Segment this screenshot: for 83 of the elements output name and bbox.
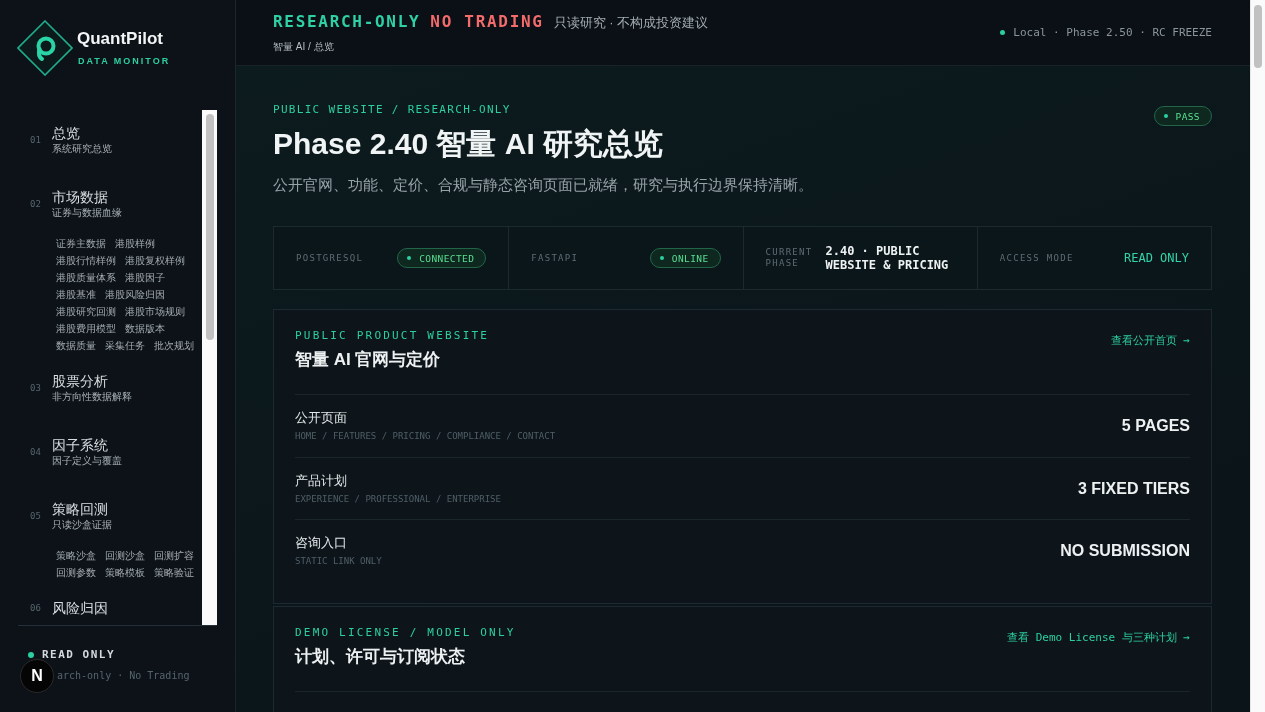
card-link[interactable]: 查看公开首页 → [1110,333,1190,348]
nav-item-subtitle: 只读沙盒证据 [52,518,112,531]
status-pill: PASS [1153,106,1212,126]
nav-sublink[interactable]: 证券主数据 [56,235,106,252]
status-label: ACCESS MODE [999,252,1074,264]
nav-sublink[interactable]: 回测沙盒 [105,547,145,564]
environment-info: Local · Phase 2.50 · RC FREEZE [1013,26,1212,39]
nav-number: 01 [30,133,42,146]
nav-item[interactable]: 策略回测 [52,500,112,518]
nav-item[interactable]: 总览 [52,124,112,142]
nav-item-subtitle: 非方向性数据解释 [52,390,132,403]
card-link[interactable]: 查看 Demo License 与三种计划 → [1007,630,1190,645]
status-pill: CONNECTED [397,248,487,268]
row-label: 咨询入口 [295,533,348,551]
status-dot-icon [1163,114,1168,118]
card-title: 计划、许可与订阅状态 [295,646,466,668]
nav-sublink[interactable]: 港股费用模型 [56,320,116,337]
nav-sublink[interactable]: 采集任务 [105,337,145,354]
card-title: 智量 AI 官网与定价 [295,349,442,371]
nav-number: 03 [30,381,42,394]
nav-item[interactable]: 市场数据 [52,188,122,206]
status-pill: ONLINE [649,248,721,268]
brand-tagline: DATA MONITOR [78,55,171,67]
nav-item-subtitle: 系统研究总览 [52,142,112,155]
nav-sublink[interactable]: 回测扩容 [154,547,194,564]
nav-item[interactable]: 因子系统 [52,436,122,454]
nav-item-subtitle: 因子定义与覆盖 [52,454,122,467]
header-tagline: 只读研究 · 不构成投资建议 [553,14,709,32]
nav-number: 02 [30,197,42,210]
nav-sublink[interactable]: 批次规划 [154,337,194,354]
row-value: NO SUBMISSION [1060,541,1190,560]
nav-sublink[interactable]: 港股基准 [56,286,96,303]
row-detail: EXPERIENCE / PROFESSIONAL / ENTERPRISE [295,492,501,506]
status-dot-icon [28,652,34,658]
nav-sublink[interactable]: 港股复权样例 [125,252,185,269]
row-detail: STATIC LINK ONLY [295,554,382,568]
row-value: 3 FIXED TIERS [1077,479,1190,498]
status-label: FASTAPI [531,252,579,264]
status-value: READ ONLY [1123,251,1189,265]
nav-item[interactable]: 股票分析 [52,372,132,390]
hero-eyebrow: PUBLIC WEBSITE / RESEARCH-ONLY [273,103,512,117]
nav-number: 06 [30,602,42,614]
status-dot-icon [1000,30,1006,35]
nav-sublink[interactable]: 数据版本 [125,320,165,337]
row-value: 5 PAGES [1121,417,1190,435]
nav-item[interactable]: 风险归因 [52,599,108,617]
status-dot-icon [659,256,664,260]
mode-label: RESEARCH-ONLY [273,12,421,32]
nav-item-subtitle: 证券与数据血缘 [52,206,122,219]
nav-number: 04 [30,445,42,458]
card-eyebrow: DEMO LICENSE / MODEL ONLY [295,626,516,640]
mode-label: NO TRADING [430,12,544,32]
row-label: 产品计划 [295,471,348,489]
nav-sublink[interactable]: 港股行情样例 [56,252,116,269]
row-label: 公开页面 [295,409,348,426]
status-label: POSTGRESQL [296,252,364,264]
nav-sublink[interactable]: 回测参数 [56,564,96,581]
nav-sublink[interactable]: 港股因子 [125,269,165,286]
status-value: 2.40 · PUBLIC WEBSITE & PRICING [825,244,950,272]
brand-name: QuantPilot [77,29,164,48]
logo-icon [17,20,73,76]
scrollbar-thumb[interactable] [1254,5,1262,68]
nav-number: 05 [30,509,42,522]
page-subtitle: 公开官网、功能、定价、合规与静态咨询页面已就绪，研究与执行边界保持清晰。 [273,175,813,195]
nav-sublink[interactable]: 策略沙盒 [56,547,96,564]
nav-sublink[interactable]: 港股质量体系 [56,269,116,286]
breadcrumb: 智量 AI / 总览 [273,41,335,53]
nav-sublink[interactable]: 策略验证 [154,564,194,581]
status-dot-icon [407,256,412,260]
card-eyebrow: PUBLIC PRODUCT WEBSITE [295,329,490,343]
nav-sublink[interactable]: 港股风险归因 [105,286,165,303]
access-mode: READ ONLY [42,648,116,662]
dev-badge[interactable]: N [20,659,54,693]
nav-sublink[interactable]: 港股市场规则 [125,303,185,320]
nav-sublink[interactable]: 港股样例 [115,235,155,252]
nav-sublink[interactable]: 数据质量 [56,337,96,354]
row-detail: HOME / FEATURES / PRICING / COMPLIANCE / CONTACT [295,430,556,443]
page-title: Phase 2.40 智量 AI 研究总览 [273,126,665,162]
status-label: CURRENT PHASE [765,247,814,269]
nav-sublink[interactable]: 港股研究回测 [56,303,116,320]
footer-note: arch-only · No Trading [57,669,190,683]
scrollbar-thumb[interactable] [205,114,214,340]
nav-sublink[interactable]: 策略模板 [105,564,145,581]
